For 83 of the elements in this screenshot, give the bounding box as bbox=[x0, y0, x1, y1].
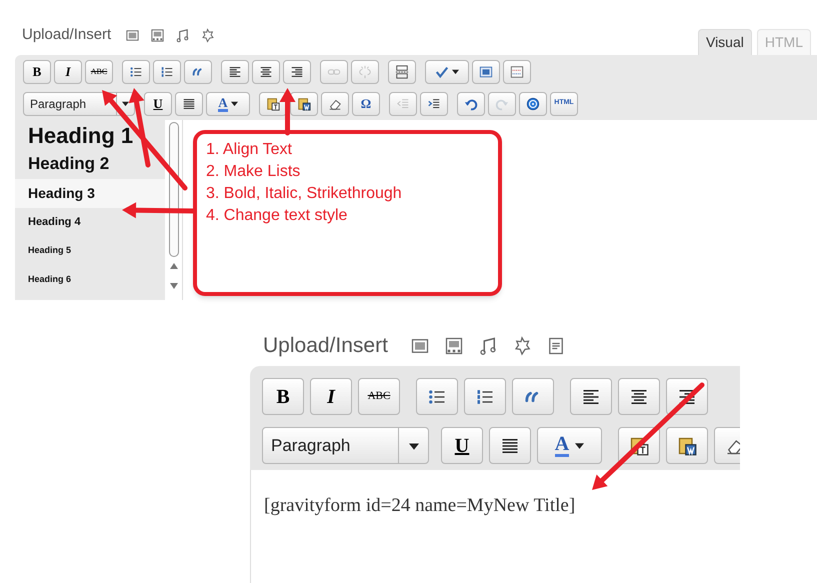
help-button[interactable] bbox=[519, 92, 547, 116]
editor-tab[interactable]: Visual bbox=[698, 28, 752, 54]
numbered-list-button[interactable] bbox=[153, 60, 181, 84]
bulleted-list-button[interactable] bbox=[416, 378, 458, 415]
format-option[interactable]: Heading 3 bbox=[15, 178, 165, 208]
paste-word-button[interactable] bbox=[666, 427, 708, 464]
blockquote-button[interactable] bbox=[184, 60, 212, 84]
indent-button[interactable] bbox=[420, 92, 448, 116]
italic-button[interactable]: I bbox=[310, 378, 352, 415]
underline-button[interactable]: U bbox=[144, 92, 172, 116]
paste-text-icon bbox=[629, 436, 649, 456]
undo-icon bbox=[464, 96, 478, 110]
image-icon bbox=[125, 28, 140, 43]
music-note-icon bbox=[478, 336, 498, 356]
paste-word-icon bbox=[677, 436, 697, 456]
music-note-icon bbox=[175, 28, 190, 43]
fullscreen-button[interactable] bbox=[472, 60, 500, 84]
star-icon bbox=[200, 28, 216, 43]
shortcode-text: [gravityform id=24 name=MyNew Title] bbox=[264, 495, 576, 516]
justify-button[interactable] bbox=[489, 427, 531, 464]
justify-icon bbox=[182, 96, 196, 110]
spellcheck-button[interactable] bbox=[425, 60, 469, 84]
align-center-button[interactable] bbox=[618, 378, 660, 415]
paste-word-icon bbox=[297, 96, 311, 110]
bold-button[interactable]: B bbox=[23, 60, 51, 84]
scrollbar-thumb[interactable] bbox=[168, 122, 178, 256]
numbered-list-button[interactable] bbox=[464, 378, 506, 415]
more-tag-button[interactable] bbox=[388, 60, 416, 84]
align-center-icon bbox=[259, 64, 273, 78]
caret-icon bbox=[122, 100, 129, 107]
caret-icon bbox=[452, 68, 459, 75]
bulleted-list-button[interactable] bbox=[122, 60, 150, 84]
format-option[interactable]: Heading 6 bbox=[15, 266, 165, 294]
caret-icon bbox=[575, 441, 584, 450]
fullscreen-icon bbox=[479, 64, 493, 78]
redo-icon bbox=[495, 96, 509, 110]
kitchen-sink-button[interactable] bbox=[503, 60, 531, 84]
format-dropdown[interactable]: Paragraph bbox=[23, 92, 135, 116]
align-right-button[interactable] bbox=[283, 60, 311, 84]
callout-text: 4. Change text style bbox=[206, 206, 348, 226]
indent-icon bbox=[427, 96, 441, 110]
format-option[interactable]: Heading 5 bbox=[15, 236, 165, 266]
callout-text: 2. Make Lists bbox=[206, 162, 302, 182]
caret-icon bbox=[408, 440, 418, 450]
callout-text: 1. Align Text bbox=[206, 140, 293, 160]
align-left-button[interactable] bbox=[570, 378, 612, 415]
align-right-icon bbox=[290, 64, 304, 78]
page-break-icon bbox=[395, 64, 409, 78]
strikethrough-button[interactable]: ABC bbox=[358, 378, 400, 415]
help-icon bbox=[526, 96, 540, 110]
format-option[interactable]: Heading 1 bbox=[15, 122, 165, 150]
spellcheck-icon bbox=[435, 64, 449, 78]
bold-button[interactable]: B bbox=[262, 378, 304, 415]
toolbar-toggle-icon bbox=[510, 64, 524, 78]
upload-insert-label: Upload/Insert bbox=[22, 25, 112, 45]
gallery-icon bbox=[444, 336, 464, 356]
clear-formatting-button[interactable] bbox=[321, 92, 349, 116]
justify-button[interactable] bbox=[175, 92, 203, 116]
italic-button[interactable]: I bbox=[54, 60, 82, 84]
upload-insert-label: Upload/Insert bbox=[263, 333, 388, 360]
format-option[interactable]: Heading 4 bbox=[15, 208, 165, 236]
outdent-icon bbox=[396, 96, 410, 110]
format-dropdown[interactable]: Paragraph bbox=[262, 427, 429, 464]
paste-text-icon bbox=[266, 96, 280, 110]
gallery-icon bbox=[150, 28, 166, 43]
special-character-button[interactable]: Ω bbox=[352, 92, 380, 116]
image-icon bbox=[410, 336, 430, 356]
underline-button[interactable]: U bbox=[441, 427, 483, 464]
format-option[interactable]: Heading 2 bbox=[15, 150, 165, 178]
align-left-button[interactable] bbox=[221, 60, 249, 84]
strikethrough-button[interactable]: ABC bbox=[85, 60, 113, 84]
bulleted-list-icon bbox=[129, 64, 143, 78]
undo-button[interactable] bbox=[457, 92, 485, 116]
caret-icon bbox=[230, 100, 238, 107]
align-center-button[interactable] bbox=[252, 60, 280, 84]
text-color-button[interactable]: A bbox=[537, 427, 602, 464]
broken-link-icon bbox=[358, 64, 372, 78]
text-color-button[interactable]: A bbox=[206, 92, 250, 116]
align-left-icon bbox=[228, 64, 242, 78]
callout-text: 3. Bold, Italic, Strikethrough bbox=[206, 184, 403, 204]
blockquote-button[interactable] bbox=[512, 378, 554, 415]
paste-word-button[interactable] bbox=[290, 92, 318, 116]
numbered-list-icon bbox=[160, 64, 174, 78]
